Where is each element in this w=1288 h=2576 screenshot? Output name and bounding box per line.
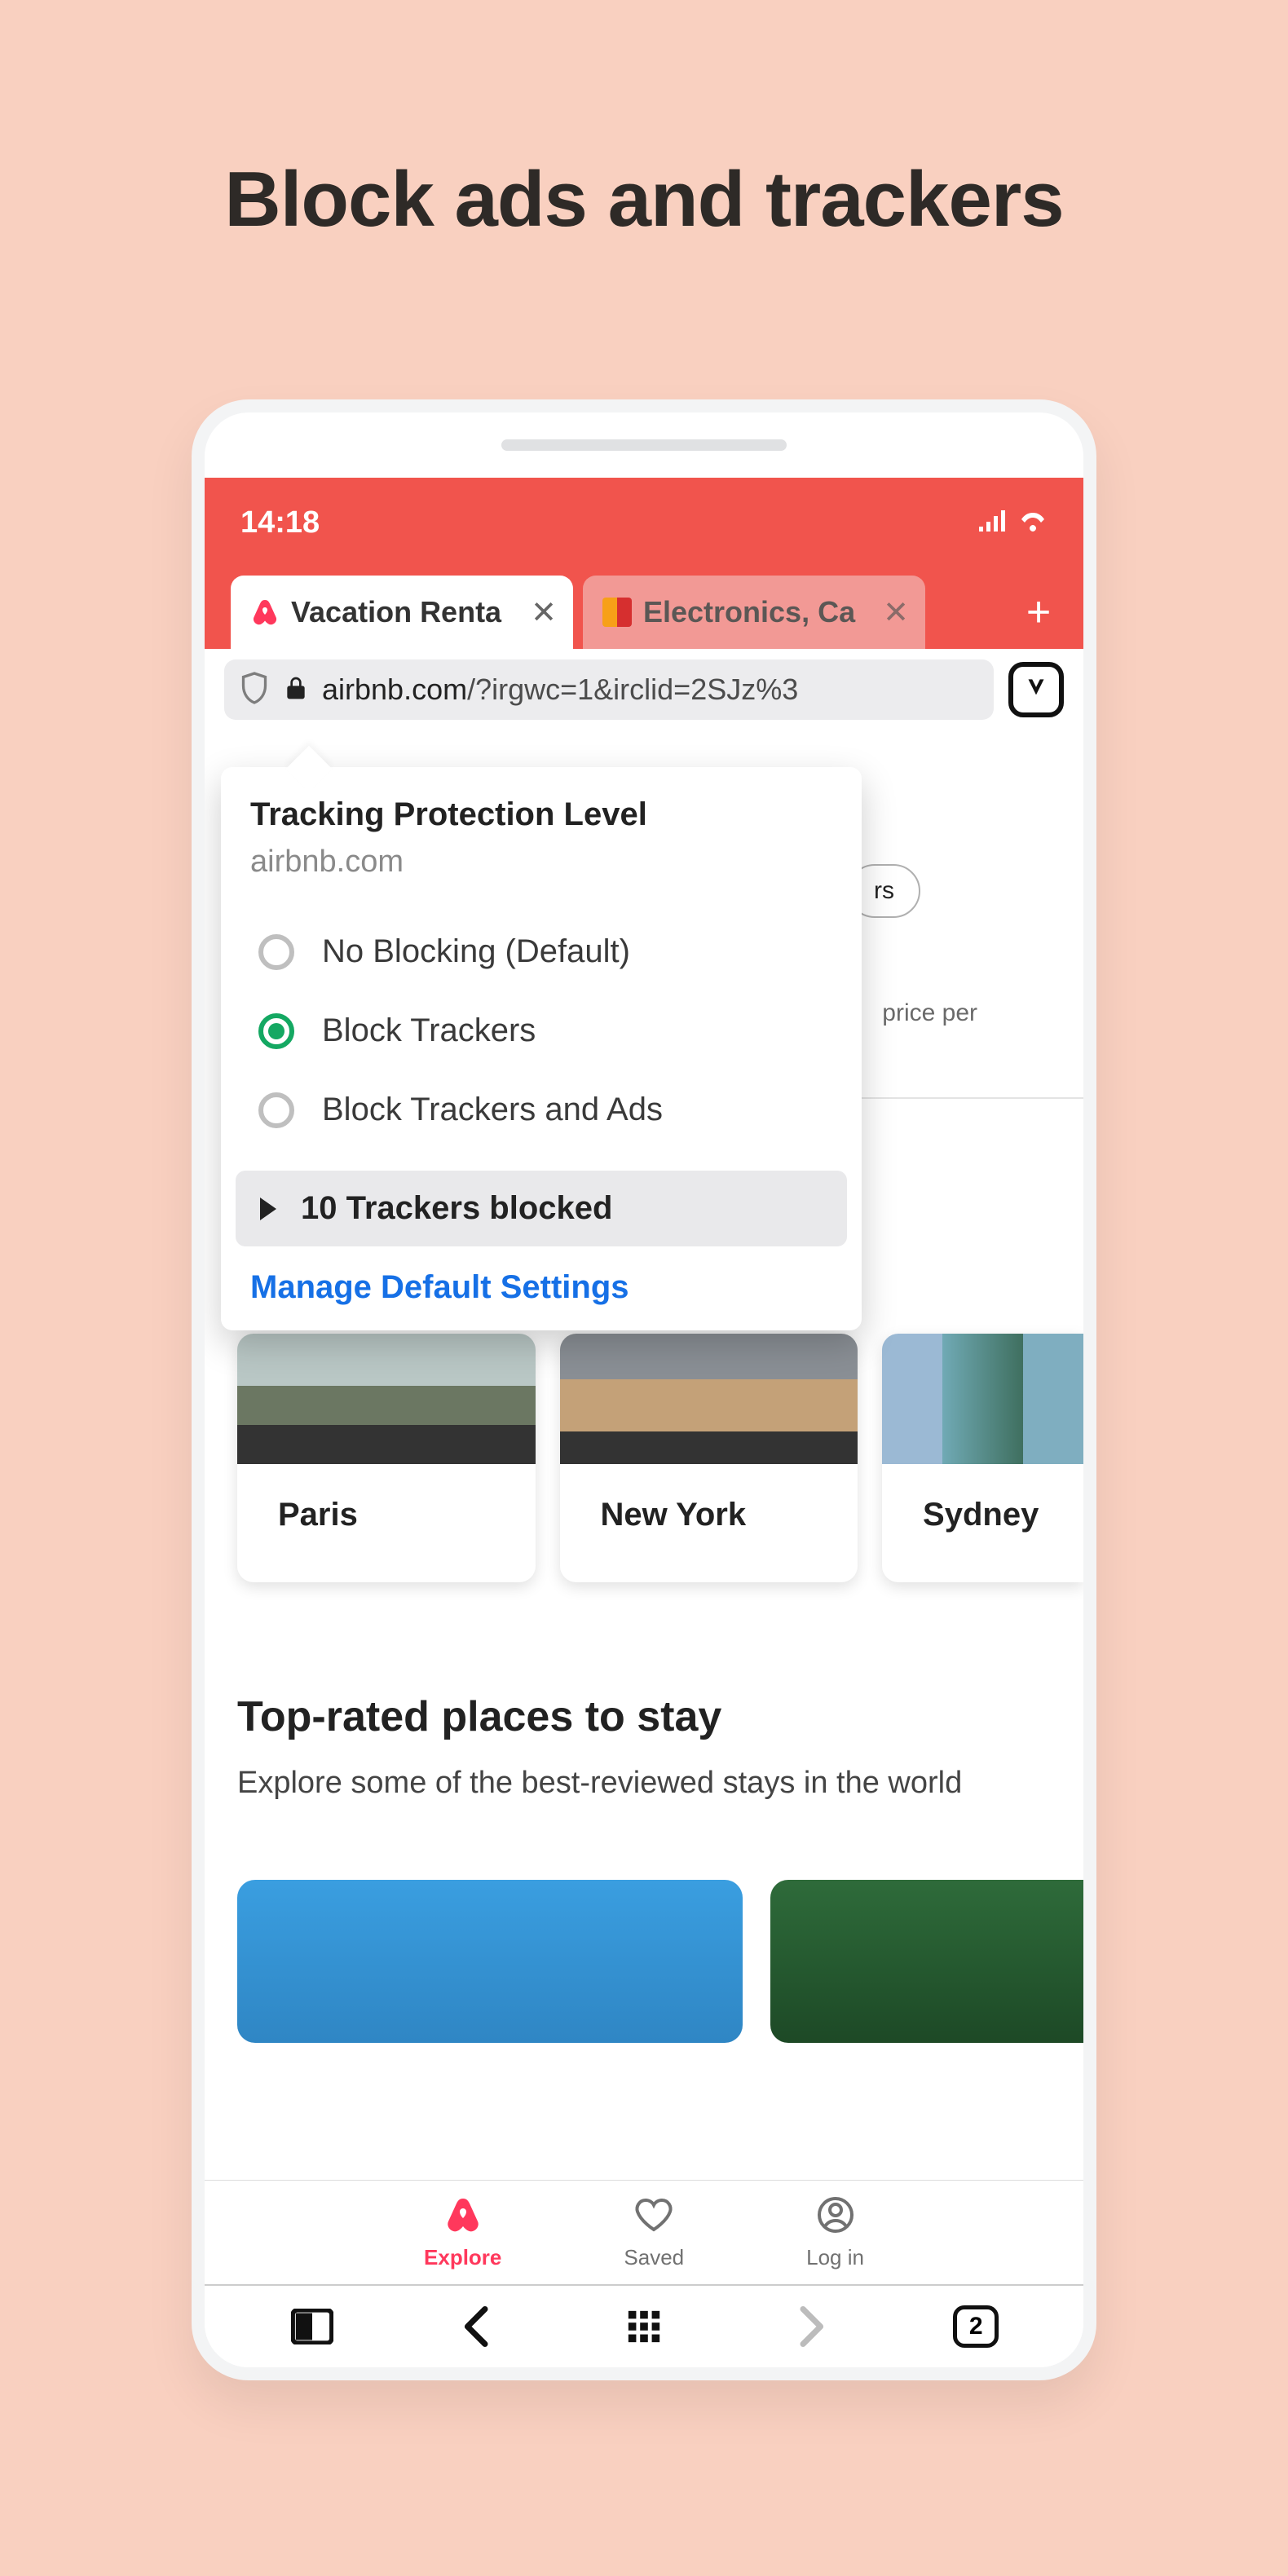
phone-frame: 14:18 Vacation Renta ✕ Electronics, Ca ✕… bbox=[192, 399, 1096, 2380]
tab-label: Vacation Renta bbox=[291, 595, 519, 629]
webpage-content: rs price per Paris New York Sydney Top-r… bbox=[205, 730, 1083, 2367]
city-label: Sydney bbox=[882, 1464, 1083, 1582]
stay-card[interactable] bbox=[237, 1880, 743, 2043]
option-no-blocking[interactable]: No Blocking (Default) bbox=[250, 912, 832, 991]
option-label: No Blocking (Default) bbox=[322, 933, 630, 970]
address-field[interactable]: airbnb.com/?irgwc=1&irclid=2SJz%3 bbox=[224, 659, 994, 720]
city-image bbox=[560, 1334, 858, 1464]
tab-strip: Vacation Renta ✕ Electronics, Ca ✕ + bbox=[205, 567, 1083, 649]
city-card-paris[interactable]: Paris bbox=[237, 1334, 536, 1582]
status-time: 14:18 bbox=[240, 505, 320, 540]
heart-icon bbox=[634, 2195, 673, 2239]
speed-dial-button[interactable] bbox=[620, 2302, 668, 2351]
nav-label: Log in bbox=[806, 2245, 864, 2270]
city-card-sydney[interactable]: Sydney bbox=[882, 1334, 1083, 1582]
radio-icon bbox=[258, 1013, 294, 1049]
city-label: Paris bbox=[237, 1464, 536, 1582]
tab-inactive-electronics[interactable]: Electronics, Ca ✕ bbox=[583, 576, 925, 649]
forward-button[interactable] bbox=[786, 2302, 835, 2351]
section-body: Explore some of the best-reviewed stays … bbox=[237, 1759, 1026, 1807]
nav-saved[interactable]: Saved bbox=[624, 2195, 684, 2270]
price-fragment: price per bbox=[882, 999, 977, 1027]
popup-domain: airbnb.com bbox=[250, 845, 832, 880]
panel-toggle-button[interactable] bbox=[288, 2302, 337, 2351]
address-bar: airbnb.com/?irgwc=1&irclid=2SJz%3 bbox=[205, 649, 1083, 730]
expand-icon bbox=[260, 1198, 276, 1220]
shield-icon[interactable] bbox=[239, 671, 270, 709]
trackers-blocked-row[interactable]: 10 Trackers blocked bbox=[236, 1171, 847, 1246]
cellular-icon bbox=[979, 510, 1005, 536]
stay-card[interactable] bbox=[770, 1880, 1083, 2043]
airbnb-icon bbox=[250, 598, 280, 627]
site-bottom-nav: Explore Saved Log in bbox=[205, 2180, 1083, 2286]
tab-label: Electronics, Ca bbox=[643, 595, 871, 629]
city-image bbox=[882, 1334, 1083, 1464]
section-title: Top-rated places to stay bbox=[237, 1692, 721, 1741]
tab-active-vacation[interactable]: Vacation Renta ✕ bbox=[231, 576, 573, 649]
page-headline: Block ads and trackers bbox=[224, 155, 1063, 245]
option-label: Block Trackers and Ads bbox=[322, 1092, 663, 1128]
trackers-count: 10 Trackers blocked bbox=[301, 1190, 612, 1227]
nav-label: Saved bbox=[624, 2245, 684, 2270]
popup-title: Tracking Protection Level bbox=[250, 796, 832, 833]
tracking-protection-popup: Tracking Protection Level airbnb.com No … bbox=[221, 767, 862, 1330]
nav-label: Explore bbox=[424, 2245, 501, 2270]
address-text: airbnb.com/?irgwc=1&irclid=2SJz%3 bbox=[322, 673, 798, 707]
city-label: New York bbox=[560, 1464, 858, 1582]
phone-notch bbox=[501, 439, 787, 451]
option-label: Block Trackers bbox=[322, 1012, 536, 1049]
city-image bbox=[237, 1334, 536, 1464]
city-card-newyork[interactable]: New York bbox=[560, 1334, 858, 1582]
close-icon[interactable]: ✕ bbox=[883, 594, 909, 631]
radio-icon bbox=[258, 1092, 294, 1128]
tabs-button[interactable]: 2 bbox=[951, 2302, 1000, 2351]
option-block-trackers[interactable]: Block Trackers bbox=[250, 991, 832, 1070]
nav-explore[interactable]: Explore bbox=[424, 2195, 501, 2270]
option-block-trackers-ads[interactable]: Block Trackers and Ads bbox=[250, 1070, 832, 1149]
wifi-icon bbox=[1018, 510, 1048, 536]
tab-count: 2 bbox=[953, 2305, 999, 2348]
new-tab-button[interactable]: + bbox=[1010, 576, 1067, 649]
user-icon bbox=[816, 2195, 855, 2239]
radio-icon bbox=[258, 934, 294, 970]
vivaldi-menu-button[interactable] bbox=[1008, 662, 1064, 717]
manage-default-settings-link[interactable]: Manage Default Settings bbox=[250, 1269, 832, 1306]
lock-icon bbox=[285, 675, 307, 705]
shopping-icon bbox=[602, 598, 632, 627]
back-button[interactable] bbox=[453, 2302, 502, 2351]
nav-login[interactable]: Log in bbox=[806, 2195, 864, 2270]
browser-toolbar: 2 bbox=[205, 2286, 1083, 2367]
close-icon[interactable]: ✕ bbox=[531, 594, 557, 631]
status-bar: 14:18 bbox=[205, 478, 1083, 567]
explore-icon bbox=[443, 2195, 483, 2239]
